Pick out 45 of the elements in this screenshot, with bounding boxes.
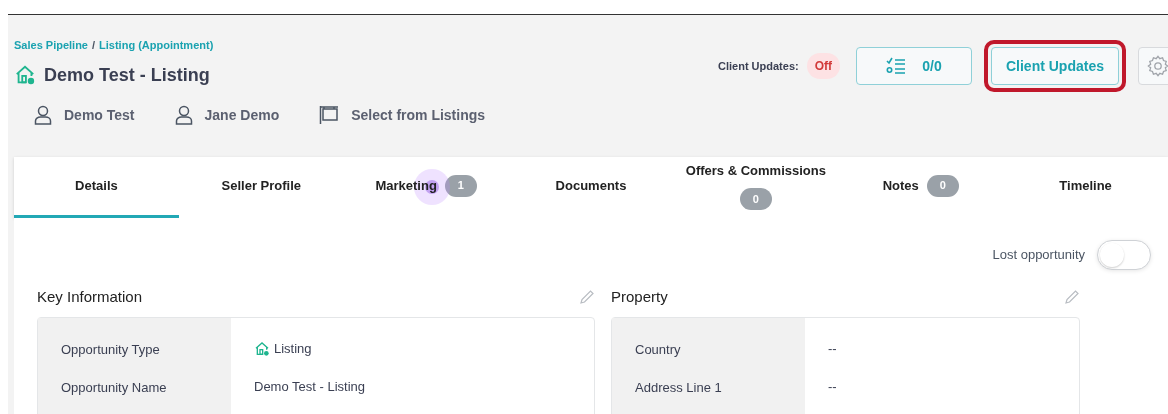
tab[interactable]: Timeline	[1003, 156, 1168, 218]
section-title: Property	[611, 286, 668, 307]
field-label: Opportunity Type	[61, 341, 161, 358]
field-label: Opportunity Name	[61, 379, 168, 396]
tab[interactable]: Marketing 1	[343, 156, 509, 218]
tab-label: Notes	[882, 176, 919, 195]
field-value: --	[828, 340, 837, 359]
tab-label: Marketing	[375, 176, 437, 195]
field-value: Demo Test - Listing	[254, 378, 366, 397]
breadcrumb-separator: /	[92, 38, 96, 53]
field-label: Address Line 1	[635, 379, 723, 396]
pencil-icon[interactable]	[1064, 288, 1080, 305]
checklist-icon	[886, 57, 907, 75]
status-badge: Off	[806, 53, 840, 79]
signboard-icon	[319, 105, 340, 125]
field-label: Country	[635, 341, 682, 358]
tab-label: Offers & Commissions	[685, 161, 826, 180]
tab-label: Seller Profile	[221, 176, 302, 195]
toggle-switch[interactable]	[1097, 239, 1151, 270]
tab[interactable]: Notes 0	[838, 156, 1004, 218]
contact-link[interactable]: Select from Listings	[351, 104, 486, 126]
count-badge: 1	[444, 174, 477, 197]
tab[interactable]: Seller Profile	[178, 156, 344, 218]
count-badge: 0	[926, 174, 959, 197]
count-badge: 0	[739, 188, 772, 211]
contact-link[interactable]: Jane Demo	[204, 104, 280, 126]
page-title: Demo Test - Listing	[44, 63, 210, 87]
tab-label: Timeline	[1059, 176, 1112, 195]
lost-opportunity-label: Lost opportunity	[992, 245, 1085, 264]
section-title: Key Information	[37, 286, 143, 307]
field-value: --	[828, 378, 837, 397]
client-updates-label: Client Updates:	[718, 58, 799, 74]
person-icon	[34, 105, 52, 125]
person-icon	[174, 105, 193, 125]
tab-label: Details	[75, 176, 118, 195]
house-icon	[14, 64, 36, 86]
contact-link[interactable]: Demo Test	[64, 104, 135, 126]
pencil-icon[interactable]	[579, 288, 595, 305]
tab[interactable]: Documents	[508, 156, 674, 218]
tab-label: Documents	[555, 176, 627, 195]
tab[interactable]: Offers & Commissions 0	[673, 156, 839, 218]
settings-icon	[1147, 55, 1168, 77]
settings-button[interactable]	[1138, 47, 1168, 85]
house-icon	[254, 341, 270, 357]
field-value: Listing	[274, 340, 312, 359]
